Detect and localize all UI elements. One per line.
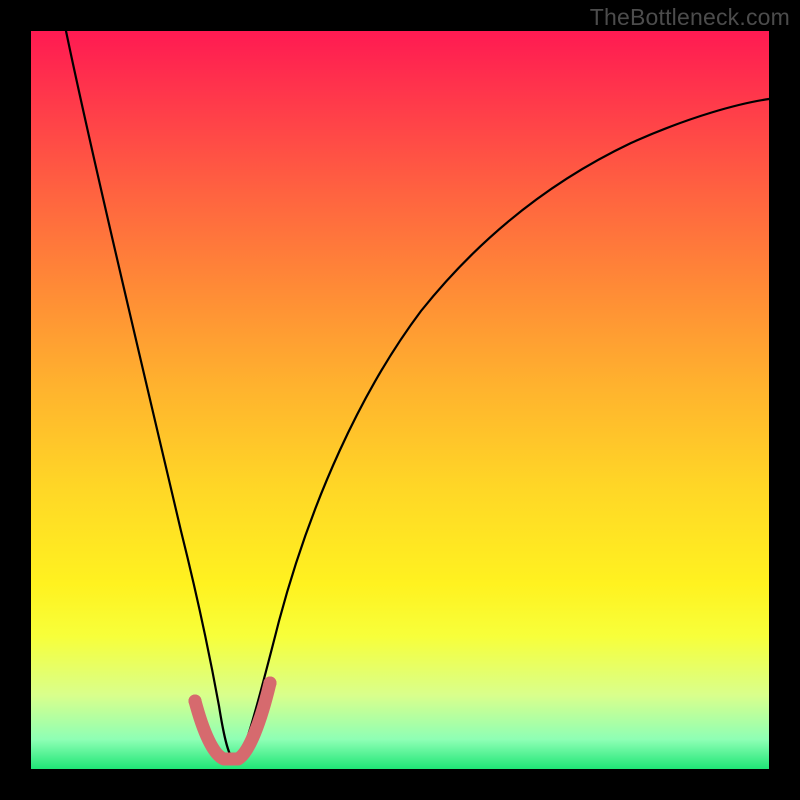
chart-svg (31, 31, 769, 769)
highlight-dot-right (264, 677, 277, 690)
chart-frame: TheBottleneck.com (0, 0, 800, 800)
highlight-dot-left (189, 695, 202, 708)
watermark-text: TheBottleneck.com (590, 4, 790, 31)
plot-area (31, 31, 769, 769)
main-curve-path (66, 31, 769, 759)
